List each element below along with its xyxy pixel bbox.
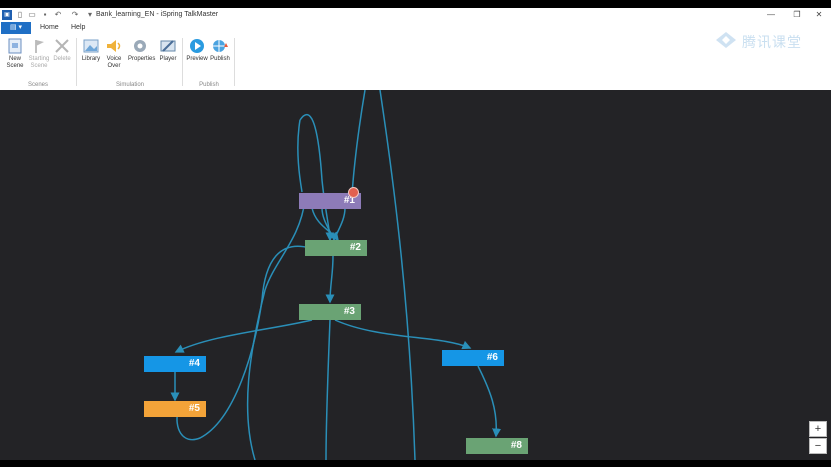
link-line bbox=[297, 119, 303, 193]
voice-over-button[interactable]: Voice Over bbox=[102, 38, 126, 70]
group-label-simulation: Simulation bbox=[115, 82, 144, 88]
link-line bbox=[325, 319, 331, 460]
link-line bbox=[311, 207, 339, 242]
save-icon[interactable]: ▪ bbox=[40, 10, 50, 20]
scene-node[interactable]: #8 bbox=[466, 438, 528, 454]
player-label: Player bbox=[159, 56, 177, 62]
group-label-publish: Publish bbox=[199, 82, 219, 88]
title-bar: ▣ ▯ ▭ ▪ ↶ ↷ ▾ Bank_learning_EN - iSpring… bbox=[0, 8, 831, 22]
library-image-icon bbox=[83, 39, 99, 53]
watermark-text: 腾讯课堂 bbox=[742, 34, 802, 50]
new-scene-label: New Scene bbox=[6, 56, 24, 69]
scene-node[interactable]: #5 bbox=[144, 401, 206, 417]
link-line bbox=[325, 255, 335, 304]
link-line bbox=[347, 90, 366, 202]
link-line bbox=[174, 319, 313, 353]
player-button[interactable]: Player bbox=[156, 38, 180, 63]
scene-canvas[interactable]: #1 #2 #3 #4 #5 #6 #8 + − bbox=[0, 90, 831, 460]
library-label: Library bbox=[81, 56, 101, 62]
play-icon bbox=[190, 39, 204, 53]
close-button[interactable]: ✕ bbox=[808, 9, 830, 21]
preview-button[interactable]: Preview bbox=[185, 38, 209, 63]
scene-node[interactable]: #3 bbox=[299, 304, 361, 320]
library-button[interactable]: Library bbox=[79, 38, 103, 63]
properties-button[interactable]: Properties bbox=[128, 38, 156, 63]
ribbon-separator bbox=[182, 38, 183, 86]
maximize-button[interactable]: ❐ bbox=[786, 9, 808, 21]
link-line bbox=[334, 319, 472, 350]
file-menu-button[interactable]: ▤ ▾ bbox=[1, 22, 31, 34]
link-line bbox=[379, 90, 416, 460]
undo-icon[interactable]: ↶ bbox=[53, 10, 63, 20]
ribbon-separator bbox=[76, 38, 77, 86]
warning-badge-icon bbox=[348, 187, 359, 198]
zoom-in-button[interactable]: + bbox=[809, 421, 827, 437]
publish-globe-icon bbox=[213, 40, 228, 52]
preview-label: Preview bbox=[186, 56, 208, 62]
new-file-icon[interactable]: ▯ bbox=[15, 10, 25, 20]
app-icon: ▣ bbox=[2, 10, 12, 20]
customize-toolbar-chevron-icon[interactable]: ▾ bbox=[85, 10, 95, 20]
player-settings-icon bbox=[160, 40, 176, 52]
group-label-scenes: Scenes bbox=[27, 82, 48, 88]
minimize-button[interactable]: — bbox=[760, 9, 782, 21]
flag-icon bbox=[35, 40, 44, 53]
properties-label: Properties bbox=[128, 56, 156, 62]
redo-icon[interactable]: ↷ bbox=[70, 10, 80, 20]
ribbon-separator bbox=[234, 38, 235, 86]
link-line bbox=[333, 207, 346, 241]
new-scene-button[interactable]: New Scene bbox=[3, 38, 27, 70]
delete-label: Delete bbox=[53, 56, 71, 62]
new-scene-icon bbox=[8, 38, 22, 54]
publish-button[interactable]: Publish bbox=[208, 38, 232, 63]
tab-help[interactable]: Help bbox=[71, 23, 85, 33]
voice-over-label: Voice Over bbox=[106, 56, 122, 69]
scene-node[interactable]: #2 bbox=[305, 240, 367, 256]
window-title: Bank_learning_EN - iSpring TalkMaster bbox=[96, 11, 219, 18]
open-folder-icon[interactable]: ▭ bbox=[27, 10, 37, 20]
publish-label: Publish bbox=[210, 56, 230, 62]
tab-home[interactable]: Home bbox=[40, 23, 59, 33]
starting-scene-label: Starting Scene bbox=[28, 56, 50, 69]
scene-node[interactable]: #6 bbox=[442, 350, 504, 366]
scene-links bbox=[170, 90, 502, 460]
scene-node[interactable]: #4 bbox=[144, 356, 206, 372]
speaker-icon bbox=[107, 40, 121, 52]
delete-button[interactable]: Delete bbox=[50, 38, 74, 63]
gear-icon bbox=[134, 40, 146, 52]
delete-x-icon bbox=[55, 39, 69, 53]
starting-scene-button[interactable]: Starting Scene bbox=[27, 38, 51, 70]
app-window: ▣ ▯ ▭ ▪ ↶ ↷ ▾ Bank_learning_EN - iSpring… bbox=[0, 8, 831, 460]
link-line bbox=[477, 365, 502, 438]
zoom-out-button[interactable]: − bbox=[809, 438, 827, 454]
ribbon-tabs bbox=[0, 22, 831, 34]
